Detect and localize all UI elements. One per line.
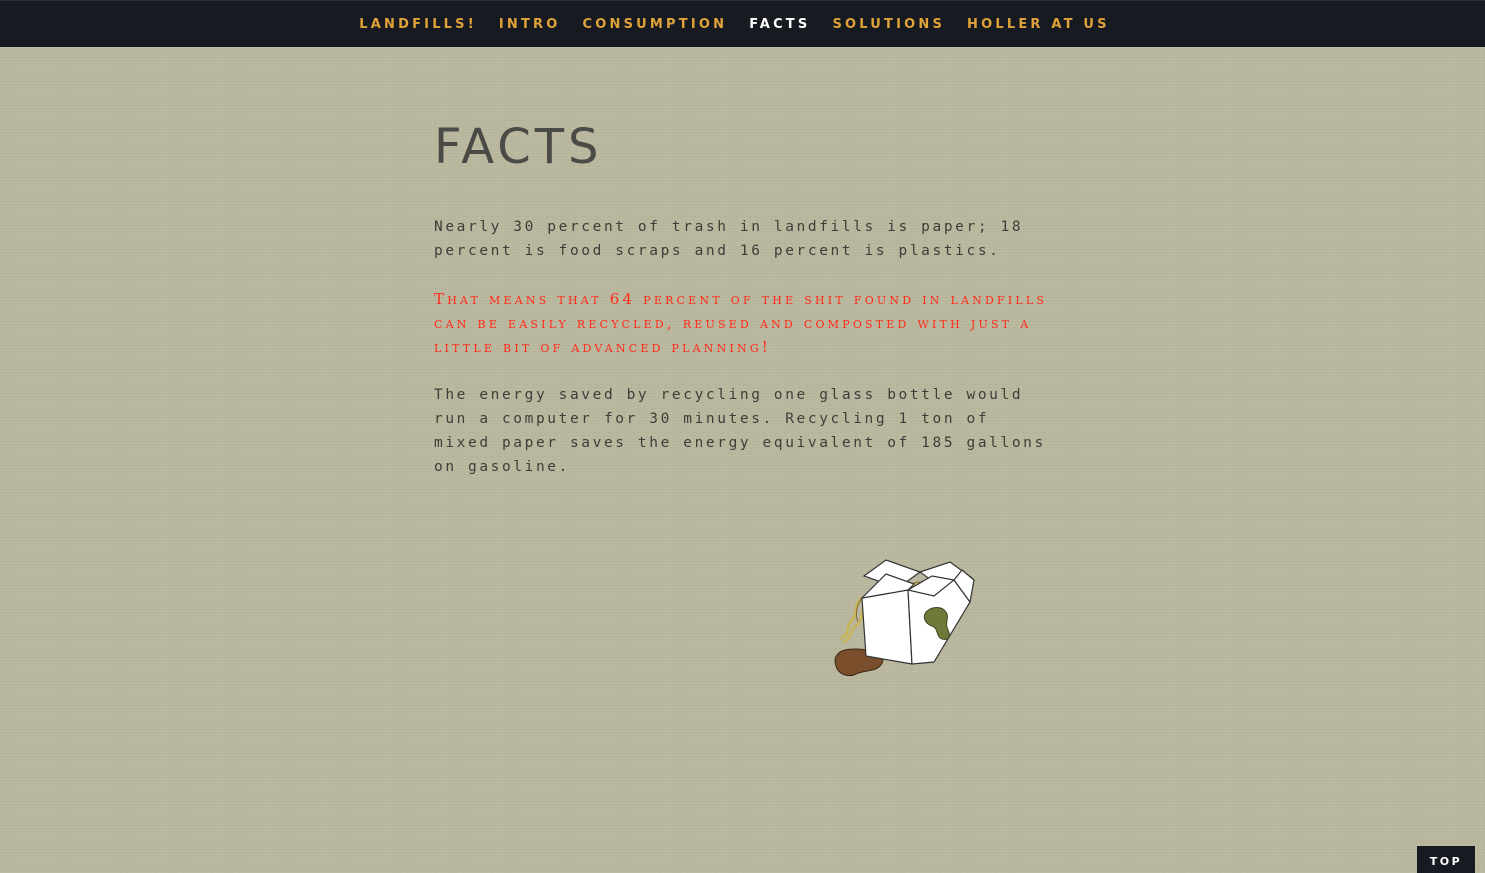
- nav-item-intro[interactable]: INTRO: [488, 17, 572, 32]
- back-to-top-button[interactable]: TOP: [1417, 846, 1475, 873]
- nav-list: LANDFILLS! INTRO CONSUMPTION FACTS SOLUT…: [348, 17, 1120, 32]
- fact-paragraph-landfill-composition: Nearly 30 percent of trash in landfills …: [434, 219, 1024, 260]
- nav-item-landfills[interactable]: LANDFILLS!: [348, 17, 488, 32]
- nav-item-holler-at-us[interactable]: HOLLER AT US: [956, 17, 1121, 32]
- nav-item-solutions[interactable]: SOLUTIONS: [821, 17, 956, 32]
- top-navbar: LANDFILLS! INTRO CONSUMPTION FACTS SOLUT…: [0, 0, 1485, 47]
- fact-paragraph-highlight: That means that 64 percent of the shit f…: [434, 290, 1048, 357]
- facts-section: FACTS Nearly 30 percent of trash in land…: [434, 119, 1054, 503]
- takeout-box-icon: [828, 552, 978, 682]
- nav-item-consumption[interactable]: CONSUMPTION: [572, 17, 739, 32]
- fact-paragraph-energy-savings: The energy saved by recycling one glass …: [434, 387, 1046, 476]
- nav-item-facts[interactable]: FACTS: [738, 17, 821, 32]
- page-title: FACTS: [434, 119, 603, 175]
